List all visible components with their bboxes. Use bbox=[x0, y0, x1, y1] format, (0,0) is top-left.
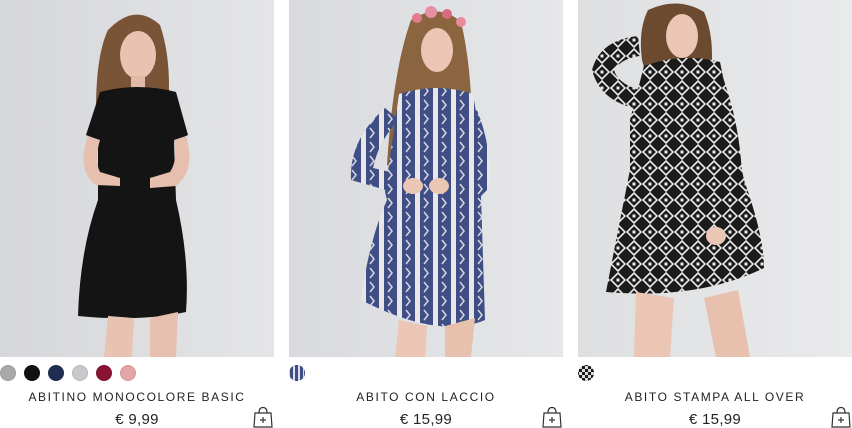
product-price: € 9,99 bbox=[115, 411, 159, 428]
product-image[interactable] bbox=[0, 0, 274, 357]
color-swatch[interactable] bbox=[96, 365, 112, 381]
color-swatches bbox=[578, 364, 594, 382]
product-name[interactable]: ABITINO MONOCOLORE BASIC bbox=[0, 390, 274, 404]
product-grid: ABITINO MONOCOLORE BASIC € 9,99 ABITO CO… bbox=[0, 0, 852, 428]
color-swatch[interactable] bbox=[0, 365, 16, 381]
color-swatch[interactable] bbox=[72, 365, 88, 381]
product-card: ABITINO MONOCOLORE BASIC € 9,99 bbox=[0, 0, 274, 428]
product-image[interactable] bbox=[578, 0, 852, 357]
color-swatch[interactable] bbox=[24, 365, 40, 381]
product-card: ABITO STAMPA ALL OVER € 15,99 bbox=[578, 0, 852, 428]
color-swatches bbox=[0, 364, 136, 382]
product-name[interactable]: ABITO STAMPA ALL OVER bbox=[578, 390, 852, 404]
shopping-bag-add-icon[interactable] bbox=[541, 406, 563, 428]
product-price: € 15,99 bbox=[688, 411, 742, 428]
color-swatch[interactable] bbox=[48, 365, 64, 381]
pattern-swatch[interactable] bbox=[289, 365, 305, 381]
shopping-bag-add-icon[interactable] bbox=[252, 406, 274, 428]
product-name[interactable]: ABITO CON LACCIO bbox=[289, 390, 563, 404]
color-swatch[interactable] bbox=[120, 365, 136, 381]
pattern-swatch[interactable] bbox=[578, 365, 594, 381]
color-swatches bbox=[289, 364, 305, 382]
product-card: ABITO CON LACCIO € 15,99 bbox=[289, 0, 563, 428]
shopping-bag-add-icon[interactable] bbox=[830, 406, 852, 428]
product-price: € 15,99 bbox=[399, 411, 453, 428]
product-image[interactable] bbox=[289, 0, 563, 357]
